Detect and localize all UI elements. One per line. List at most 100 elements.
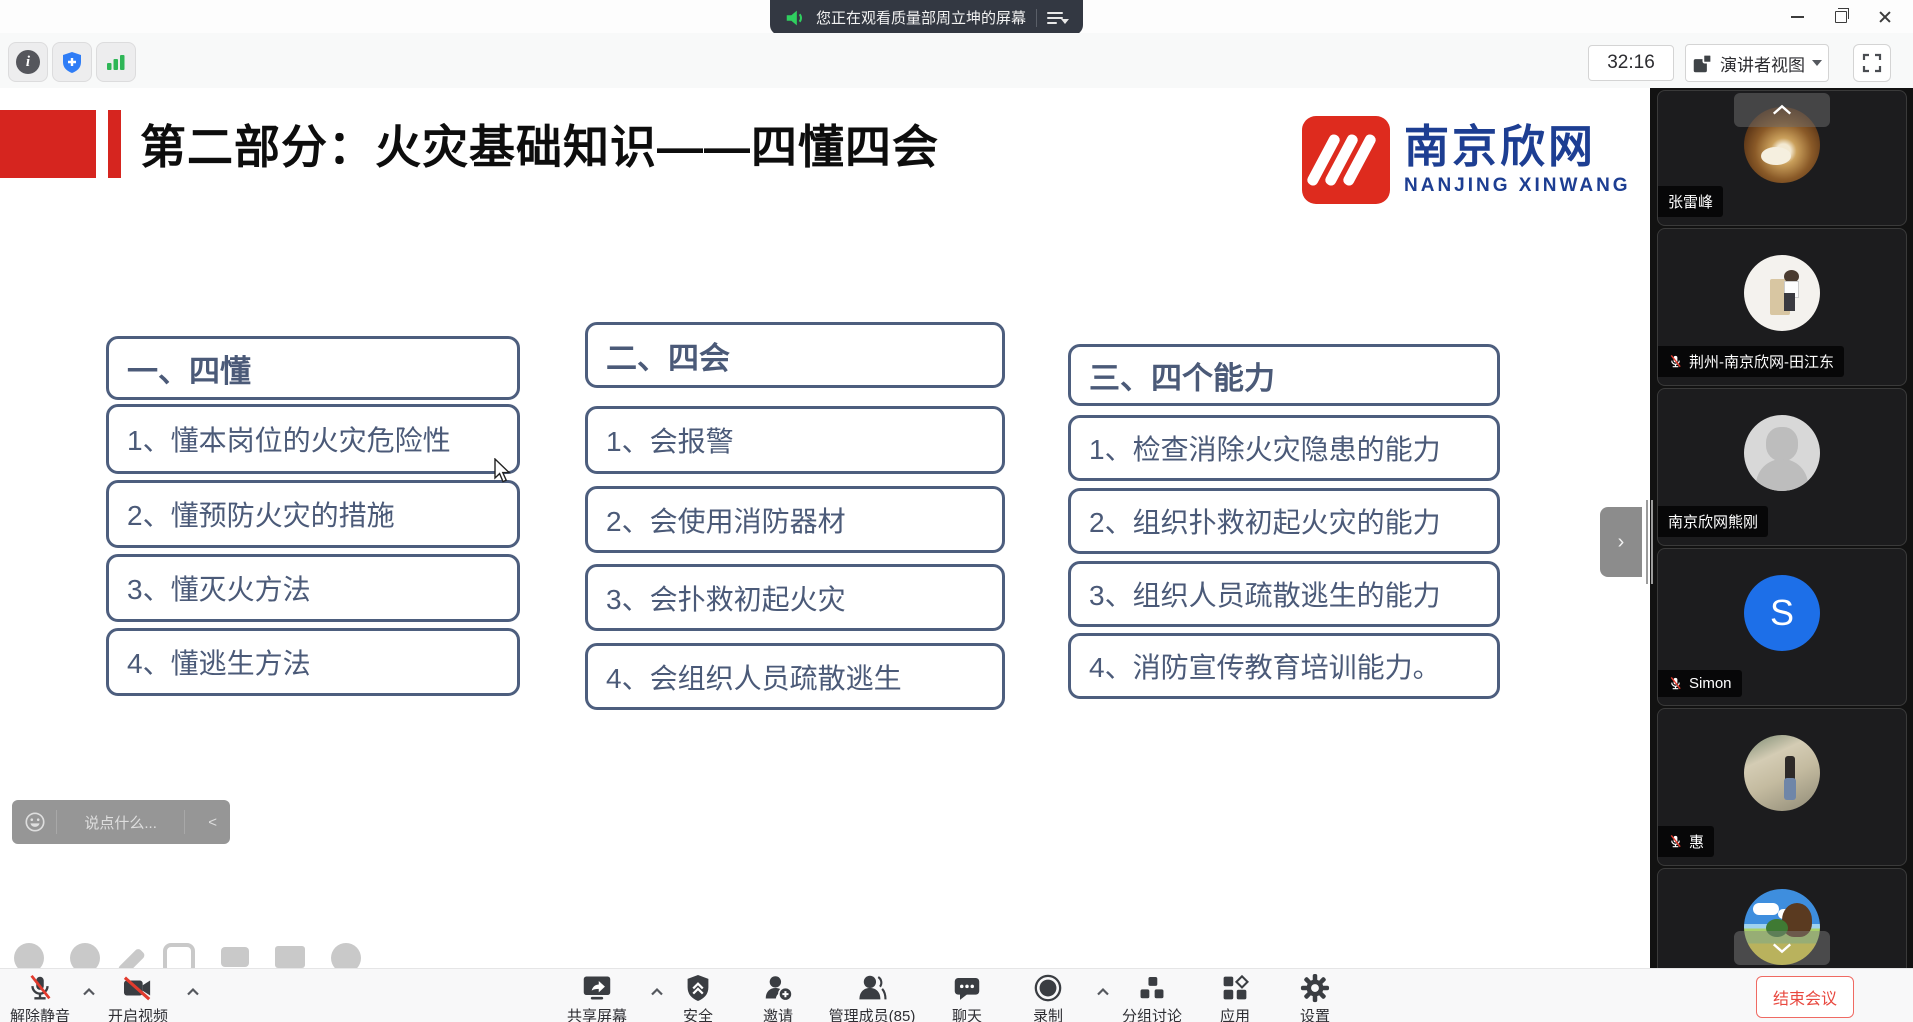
shared-screen-slide: 第二部分：火灾基础知识——四懂四会 南京欣网 NANJING XINWANG 一… xyxy=(0,88,1650,968)
restore-icon xyxy=(1835,11,1847,23)
manage-members-button[interactable]: 管理成员(85) xyxy=(829,973,916,1022)
mic-muted-icon xyxy=(1668,675,1683,692)
column1-item: 2、懂预防火灾的措施 xyxy=(106,480,520,548)
sidebar-collapse-handle[interactable]: › xyxy=(1600,507,1642,577)
chevron-right-icon: › xyxy=(1618,531,1625,554)
participant-tile[interactable]: 荆州-南京欣网-田江东 xyxy=(1657,228,1907,386)
participant-name: 张雷峰 xyxy=(1658,186,1723,217)
participant-name: 南京欣网熊刚 xyxy=(1658,506,1768,537)
ghost-icon xyxy=(331,943,361,968)
meeting-dock: 解除静音 开启视频 共享屏幕 安全 xyxy=(0,968,1913,1022)
avatar xyxy=(1744,415,1820,491)
scroll-up-button[interactable] xyxy=(1734,93,1830,127)
quick-chat-bar[interactable]: 说点什么... < xyxy=(12,800,230,844)
share-screen-button[interactable]: 共享屏幕 xyxy=(567,973,627,1022)
participant-tile[interactable]: 惠 xyxy=(1657,708,1907,866)
mic-muted-icon xyxy=(1668,353,1683,370)
close-button[interactable] xyxy=(1863,0,1907,33)
view-mode-label: 演讲者视图 xyxy=(1720,51,1805,76)
notification-menu-icon[interactable] xyxy=(1047,12,1069,24)
column2-header: 二、四会 xyxy=(585,322,1005,388)
security-button[interactable]: 安全 xyxy=(683,973,713,1022)
unmute-button[interactable]: 解除静音 xyxy=(10,973,70,1022)
close-icon xyxy=(1878,10,1892,24)
ghost-pen-icon xyxy=(117,948,146,968)
minimize-icon xyxy=(1791,16,1804,18)
participant-name: 惠 xyxy=(1658,826,1714,857)
signal-bars-icon xyxy=(105,51,127,73)
chevron-down-icon xyxy=(1771,941,1793,955)
chat-button[interactable]: 聊天 xyxy=(952,973,982,1022)
restore-button[interactable] xyxy=(1819,0,1863,33)
network-status-button[interactable] xyxy=(96,42,136,82)
chat-input[interactable]: 说点什么... xyxy=(67,812,174,833)
column2-item: 3、会扑救初起火灾 xyxy=(585,564,1005,631)
chevron-up-icon xyxy=(1771,103,1793,117)
column3-item: 3、组织人员疏散逃生的能力 xyxy=(1068,561,1500,627)
invite-button[interactable]: 邀请 xyxy=(763,973,793,1022)
window-titlebar: 您正在观看质量部周立坤的屏幕 xyxy=(0,0,1913,33)
hidden-annotation-toolbar xyxy=(14,943,394,968)
apps-button[interactable]: 应用 xyxy=(1220,973,1250,1022)
fullscreen-button[interactable] xyxy=(1853,44,1891,82)
meeting-window: 您正在观看质量部周立坤的屏幕 i 32:16 xyxy=(0,0,1913,1022)
divider xyxy=(56,810,57,834)
column1-item: 3、懂灭火方法 xyxy=(106,554,520,622)
breakout-rooms-button[interactable]: 分组讨论 xyxy=(1122,973,1182,1022)
window-controls xyxy=(1775,0,1907,33)
speaker-icon xyxy=(784,7,806,29)
participant-tile[interactable] xyxy=(1657,868,1907,968)
sidebar-resize-grip[interactable] xyxy=(1646,500,1653,584)
participant-tile[interactable]: 南京欣网熊刚 xyxy=(1657,388,1907,546)
avatar xyxy=(1744,255,1820,331)
logo-en-text: NANJING XINWANG xyxy=(1404,175,1631,197)
title-accent-bar xyxy=(108,110,121,178)
column3-header: 三、四个能力 xyxy=(1068,344,1500,406)
mic-options-chevron[interactable] xyxy=(82,987,96,996)
share-options-chevron[interactable] xyxy=(650,987,664,996)
emoji-icon[interactable] xyxy=(24,811,46,833)
view-mode-selector[interactable]: 演讲者视图 xyxy=(1685,44,1829,82)
mouse-cursor xyxy=(492,458,514,484)
end-meeting-button[interactable]: 结束会议 xyxy=(1756,976,1854,1018)
fullscreen-icon xyxy=(1862,53,1882,73)
meeting-info-button[interactable]: i xyxy=(8,42,48,82)
column1-item: 1、懂本岗位的火灾危险性 xyxy=(106,404,520,474)
screen-share-icon xyxy=(582,974,612,1002)
record-circle-icon xyxy=(1033,973,1063,1003)
participant-tile[interactable]: 张雷峰 xyxy=(1657,90,1907,226)
chat-collapse-button[interactable]: < xyxy=(195,814,230,831)
video-options-chevron[interactable] xyxy=(186,987,200,996)
column2-item: 2、会使用消防器材 xyxy=(585,486,1005,553)
speaker-layout-icon xyxy=(1692,53,1713,74)
meeting-timer: 32:16 xyxy=(1588,45,1674,81)
chat-bubble-icon xyxy=(953,975,981,1002)
apps-grid-icon xyxy=(1221,974,1249,1002)
security-status-button[interactable] xyxy=(52,42,92,82)
person-add-icon xyxy=(763,974,793,1002)
record-options-chevron[interactable] xyxy=(1096,987,1110,996)
breakout-blocks-icon xyxy=(1137,975,1167,1002)
logo-cn-text: 南京欣网 xyxy=(1404,123,1631,170)
info-icon: i xyxy=(16,50,40,74)
column2-item: 4、会组织人员疏散逃生 xyxy=(585,643,1005,710)
divider xyxy=(184,810,185,834)
start-video-button[interactable]: 开启视频 xyxy=(108,973,168,1022)
participant-tile[interactable]: S 惠 Simon xyxy=(1657,548,1907,706)
meeting-toolbar: i 32:16 演讲者视图 xyxy=(0,33,1913,89)
scroll-down-button[interactable] xyxy=(1734,931,1830,965)
column3-item: 2、组织扑救初起火灾的能力 xyxy=(1068,488,1500,554)
title-accent-block xyxy=(0,110,96,178)
logo-slashes-icon xyxy=(1302,116,1390,204)
settings-button[interactable]: 设置 xyxy=(1300,973,1330,1022)
company-logo: 南京欣网 NANJING XINWANG xyxy=(1302,116,1631,204)
shield-plus-icon xyxy=(60,50,84,74)
slide-title: 第二部分：火灾基础知识——四懂四会 xyxy=(140,110,939,178)
column2-item: 1、会报警 xyxy=(585,406,1005,474)
notification-text: 您正在观看质量部周立坤的屏幕 xyxy=(816,7,1026,28)
record-button[interactable]: 录制 xyxy=(1033,973,1063,1022)
camera-off-icon xyxy=(122,974,154,1002)
avatar: S xyxy=(1744,575,1820,651)
minimize-button[interactable] xyxy=(1775,0,1819,33)
gear-icon xyxy=(1300,973,1330,1003)
